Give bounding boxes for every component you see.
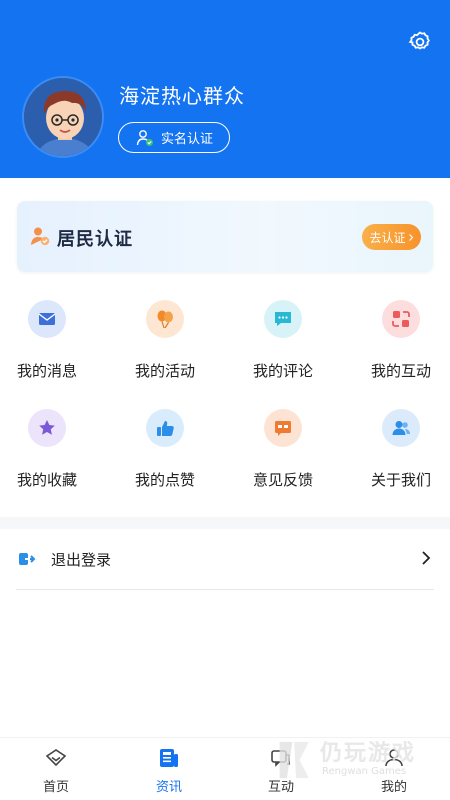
resident-card-title: 居民认证 (57, 229, 133, 250)
feedback-icon (264, 409, 302, 447)
comment-icon (264, 300, 302, 338)
menu-item-my-comments[interactable]: 我的评论 (238, 300, 328, 380)
chevron-right-icon (408, 233, 413, 241)
logout-row[interactable]: 退出登录 (0, 538, 450, 580)
tab-news[interactable]: 资讯 (124, 746, 214, 795)
real-name-verify-button[interactable]: 实名认证 (118, 122, 230, 153)
menu-label: 我的活动 (134, 362, 195, 380)
watermark: 仍玩游戏 Rengwan Games (270, 735, 430, 787)
menu-label: 关于我们 (370, 471, 431, 489)
menu-item-about-us[interactable]: 关于我们 (356, 409, 446, 489)
tab-home[interactable]: 首页 (11, 746, 101, 795)
tab-label: 首页 (42, 780, 69, 795)
home-icon (45, 749, 67, 767)
menu-item-my-messages[interactable]: 我的消息 (2, 300, 92, 380)
menu-label: 我的评论 (252, 362, 313, 380)
watermark-subtext: Rengwan Games (322, 766, 407, 777)
verified-user-icon (136, 129, 153, 146)
verify-label: 实名认证 (160, 132, 213, 147)
menu-item-my-likes[interactable]: 我的点赞 (120, 409, 210, 489)
menu-item-my-activities[interactable]: 我的活动 (120, 300, 210, 380)
menu-item-my-interactions[interactable]: 我的互动 (356, 300, 446, 380)
menu-item-my-favorites[interactable]: 我的收藏 (2, 409, 92, 489)
favorite-star-icon (28, 409, 66, 447)
menu-label: 我的消息 (16, 362, 77, 380)
go-verify-button[interactable]: 去认证 (362, 224, 421, 250)
watermark-logo-icon (279, 741, 309, 779)
message-icon (28, 300, 66, 338)
section-divider (0, 517, 450, 529)
logout-label: 退出登录 (51, 551, 112, 569)
resident-user-icon (31, 227, 50, 246)
logout-icon (19, 553, 36, 565)
go-verify-label: 去认证 (369, 230, 406, 245)
news-icon (160, 749, 178, 767)
resident-verification-card[interactable]: 居民认证 去认证 (17, 201, 433, 272)
menu-label: 意见反馈 (252, 471, 313, 489)
watermark-text: 仍玩游戏 (320, 741, 417, 766)
menu-label: 我的互动 (370, 362, 431, 380)
username: 海淀热心群众 (119, 84, 245, 108)
avatar[interactable] (22, 76, 104, 158)
settings-gear-icon[interactable] (408, 30, 432, 54)
interaction-icon (382, 300, 420, 338)
menu-item-feedback[interactable]: 意见反馈 (238, 409, 328, 489)
menu-label: 我的收藏 (16, 471, 77, 489)
tab-label: 资讯 (155, 780, 182, 795)
chevron-right-icon (422, 551, 431, 565)
activity-balloon-icon (146, 300, 184, 338)
menu-label: 我的点赞 (134, 471, 195, 489)
profile-header: 海淀热心群众 实名认证 (0, 0, 450, 178)
row-divider (16, 589, 434, 590)
about-us-icon (382, 409, 420, 447)
thumbs-up-icon (146, 409, 184, 447)
cartoon-avatar-icon (24, 78, 102, 156)
